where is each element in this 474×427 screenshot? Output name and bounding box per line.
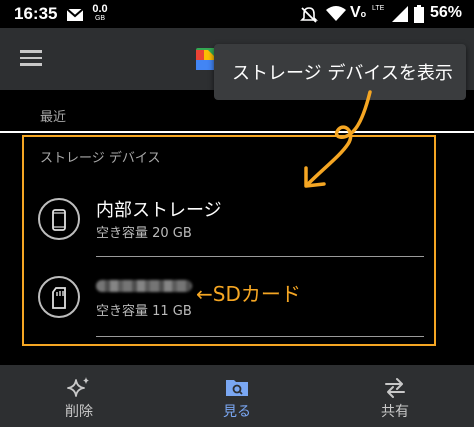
device-icon-circle [38,276,80,318]
share-arrows-icon [385,378,405,398]
device-name: 内部ストレージ [96,200,222,221]
nav-item-browse[interactable]: 見る [158,365,316,427]
status-time: 16:35 [14,4,58,23]
tooltip-text: ストレージ デバイスを表示 [232,63,453,84]
sd-card-icon [52,287,66,309]
menu-icon[interactable] [18,47,44,69]
device-free-space: 空き容量 20 GB [96,226,192,241]
device-name-redacted [96,280,192,292]
bottom-navigation: 削除 見る 共有 [0,365,474,427]
section-storage-heading: ストレージ デバイス [40,151,161,166]
data-speed-value: 0.0 [92,3,108,15]
signal-icon [392,6,408,22]
volte-indicator: Vo [350,4,367,21]
mail-icon [66,8,84,21]
section-recent-heading: 最近 [40,110,67,125]
svg-text:LTE: LTE [372,5,385,12]
nav-label: 共有 [381,404,409,420]
status-bar: 16:35 0.0 GB Vo LTE 56% [0,0,474,28]
battery-percent: 56% [429,4,462,21]
list-divider [96,256,424,257]
annotation-arrow-icon [304,90,372,188]
nav-item-clean[interactable]: 削除 [0,365,158,427]
phone-icon [52,209,66,231]
device-free-space: 空き容量 11 GB [96,304,192,319]
wifi-icon [326,6,346,21]
sparkle-icon [67,377,89,397]
nav-item-share[interactable]: 共有 [316,365,474,427]
device-icon-circle [38,198,80,240]
data-speed-unit: GB [94,15,106,22]
mute-icon [300,7,318,23]
device-row-internal[interactable]: 内部ストレージ 空き容量 20 GB [38,194,428,244]
nav-label: 見る [223,404,251,420]
battery-icon [414,5,424,23]
browse-icon [226,380,248,396]
annotation-sd-label: ←SDカード [196,282,301,306]
list-divider [96,336,424,337]
nav-label: 削除 [65,404,93,420]
data-speed-indicator: 0.0 GB [90,3,110,23]
lte-icon: LTE [372,5,385,12]
